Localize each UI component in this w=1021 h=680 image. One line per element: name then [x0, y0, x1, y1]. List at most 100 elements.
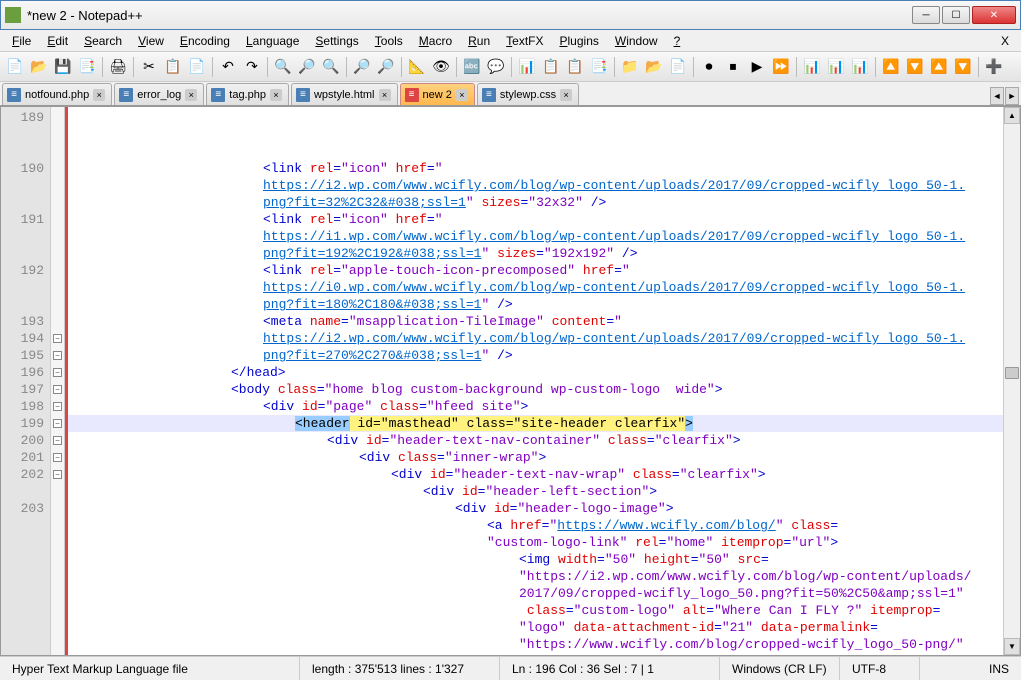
toolbar-button[interactable]: 📊 [516, 56, 538, 78]
toolbar-button[interactable]: ↶ [217, 56, 239, 78]
vertical-scrollbar[interactable]: ▲ ▼ [1003, 107, 1020, 655]
code-line[interactable]: https://i2.wp.com/www.wcifly.com/blog/wp… [65, 177, 1003, 194]
code-line[interactable]: png?fit=192%2C192&#038;ssl=1" sizes="192… [65, 245, 1003, 262]
menu-search[interactable]: Search [76, 32, 130, 50]
fold-toggle-icon[interactable]: − [53, 385, 62, 394]
code-line[interactable]: png?fit=270%2C270&#038;ssl=1" /> [65, 347, 1003, 364]
menu-window[interactable]: Window [607, 32, 666, 50]
code-line[interactable]: "https://www.wcifly.com/blog/cropped-wci… [65, 636, 1003, 653]
tab-new-2[interactable]: ≡new 2× [400, 83, 475, 105]
fold-toggle-icon[interactable]: − [53, 351, 62, 360]
toolbar-button[interactable]: ✂ [138, 56, 160, 78]
toolbar-button[interactable]: 🔎 [351, 56, 373, 78]
tab-close-icon[interactable]: × [560, 89, 572, 101]
toolbar-button[interactable]: 📐 [406, 56, 428, 78]
code-line[interactable]: data-orig-file= [65, 653, 1003, 655]
fold-toggle-icon[interactable]: − [53, 368, 62, 377]
menu-file[interactable]: File [4, 32, 39, 50]
menu-view[interactable]: View [130, 32, 172, 50]
toolbar-button[interactable]: 📁 [619, 56, 641, 78]
toolbar-button[interactable]: 🔼 [880, 56, 902, 78]
code-line[interactable]: <link rel="apple-touch-icon-precomposed"… [65, 262, 1003, 279]
fold-toggle-icon[interactable]: − [53, 453, 62, 462]
code-line[interactable]: class="custom-logo" alt="Where Can I FLY… [65, 602, 1003, 619]
menu-run[interactable]: Run [460, 32, 498, 50]
menu-macro[interactable]: Macro [411, 32, 460, 50]
code-line[interactable]: https://i2.wp.com/www.wcifly.com/blog/wp… [65, 330, 1003, 347]
tab-close-icon[interactable]: × [456, 89, 468, 101]
code-line[interactable]: <div id="page" class="hfeed site"> [65, 398, 1003, 415]
code-line[interactable]: <img width="50" height="50" src= [65, 551, 1003, 568]
code-line[interactable]: <link rel="icon" href=" [65, 160, 1003, 177]
code-line[interactable]: <div id="header-text-nav-container" clas… [65, 432, 1003, 449]
toolbar-button[interactable]: 🔍 [320, 56, 342, 78]
menu-textfx[interactable]: TextFX [498, 32, 551, 50]
toolbar-button[interactable]: 📂 [28, 56, 50, 78]
toolbar-button[interactable]: 📑 [76, 56, 98, 78]
toolbar-button[interactable]: 📋 [540, 56, 562, 78]
code-line[interactable]: png?fit=180%2C180&#038;ssl=1" /> [65, 296, 1003, 313]
scroll-thumb[interactable] [1005, 367, 1019, 379]
code-line[interactable]: "custom-logo-link" rel="home" itemprop="… [65, 534, 1003, 551]
toolbar-button[interactable]: 📋 [162, 56, 184, 78]
toolbar-button[interactable]: 📄 [186, 56, 208, 78]
tab-wpstyle-html[interactable]: ≡wpstyle.html× [291, 83, 398, 105]
toolbar-button[interactable]: ⏩ [770, 56, 792, 78]
scroll-up-button[interactable]: ▲ [1004, 107, 1020, 124]
code-line[interactable]: "logo" data-attachment-id="21" data-perm… [65, 619, 1003, 636]
toolbar-button[interactable]: 📊 [825, 56, 847, 78]
code-line[interactable]: <div id="header-left-section"> [65, 483, 1003, 500]
menu-language[interactable]: Language [238, 32, 307, 50]
code-line[interactable]: <link rel="icon" href=" [65, 211, 1003, 228]
code-line[interactable]: <div class="inner-wrap"> [65, 449, 1003, 466]
toolbar-button[interactable]: 📄 [4, 56, 26, 78]
toolbar-button[interactable]: 🔍 [272, 56, 294, 78]
tab-scroll-left[interactable]: ◄ [990, 87, 1004, 105]
toolbar-button[interactable]: 📋 [564, 56, 586, 78]
code-line[interactable]: <div id="header-text-nav-wrap" class="cl… [65, 466, 1003, 483]
toolbar-button[interactable]: 🖨 [107, 56, 129, 78]
tab-tag-php[interactable]: ≡tag.php× [206, 83, 289, 105]
toolbar-button[interactable]: 💾 [52, 56, 74, 78]
toolbar-button[interactable]: ▶ [746, 56, 768, 78]
fold-toggle-icon[interactable]: − [53, 334, 62, 343]
tab-close-icon[interactable]: × [270, 89, 282, 101]
minimize-button[interactable]: ─ [912, 6, 940, 24]
toolbar-button[interactable]: 👁 [430, 56, 452, 78]
code-area[interactable]: <link rel="icon" href="https://i2.wp.com… [65, 107, 1003, 655]
tab-close-icon[interactable]: × [185, 89, 197, 101]
toolbar-button[interactable]: ➕ [983, 56, 1005, 78]
fold-toggle-icon[interactable]: − [53, 436, 62, 445]
tab-stylewp-css[interactable]: ≡stylewp.css× [477, 83, 579, 105]
menu-settings[interactable]: Settings [307, 32, 366, 50]
maximize-button[interactable]: ☐ [942, 6, 970, 24]
code-line[interactable]: 2017/09/cropped-wcifly_logo_50.png?fit=5… [65, 585, 1003, 602]
code-line[interactable]: "https://i2.wp.com/www.wcifly.com/blog/w… [65, 568, 1003, 585]
tab-close-icon[interactable]: × [93, 89, 105, 101]
fold-toggle-icon[interactable]: − [53, 402, 62, 411]
toolbar-button[interactable]: 📂 [643, 56, 665, 78]
toolbar-button[interactable]: 📊 [801, 56, 823, 78]
toolbar-button[interactable]: 🔎 [375, 56, 397, 78]
code-line[interactable]: https://i1.wp.com/www.wcifly.com/blog/wp… [65, 228, 1003, 245]
toolbar-button[interactable]: 📄 [667, 56, 689, 78]
code-line[interactable]: <header id="masthead" class="site-header… [65, 415, 1003, 432]
toolbar-button[interactable]: 💬 [485, 56, 507, 78]
toolbar-button[interactable]: 🔤 [461, 56, 483, 78]
menu-edit[interactable]: Edit [39, 32, 76, 50]
toolbar-button[interactable]: 📑 [588, 56, 610, 78]
code-line[interactable]: <meta name="msapplication-TileImage" con… [65, 313, 1003, 330]
toolbar-button[interactable]: 🔽 [952, 56, 974, 78]
menu-plugins[interactable]: Plugins [552, 32, 607, 50]
tab-scroll-right[interactable]: ► [1005, 87, 1019, 105]
tab-error_log[interactable]: ≡error_log× [114, 83, 204, 105]
toolbar-button[interactable]: 📊 [849, 56, 871, 78]
tab-notfound-php[interactable]: ≡notfound.php× [2, 83, 112, 105]
toolbar-button[interactable]: 🔽 [904, 56, 926, 78]
code-line[interactable]: <body class="home blog custom-background… [65, 381, 1003, 398]
code-line[interactable]: </head> [65, 364, 1003, 381]
toolbar-button[interactable]: 🔼 [928, 56, 950, 78]
fold-toggle-icon[interactable]: − [53, 470, 62, 479]
menu-encoding[interactable]: Encoding [172, 32, 238, 50]
toolbar-button[interactable]: 🔎 [296, 56, 318, 78]
